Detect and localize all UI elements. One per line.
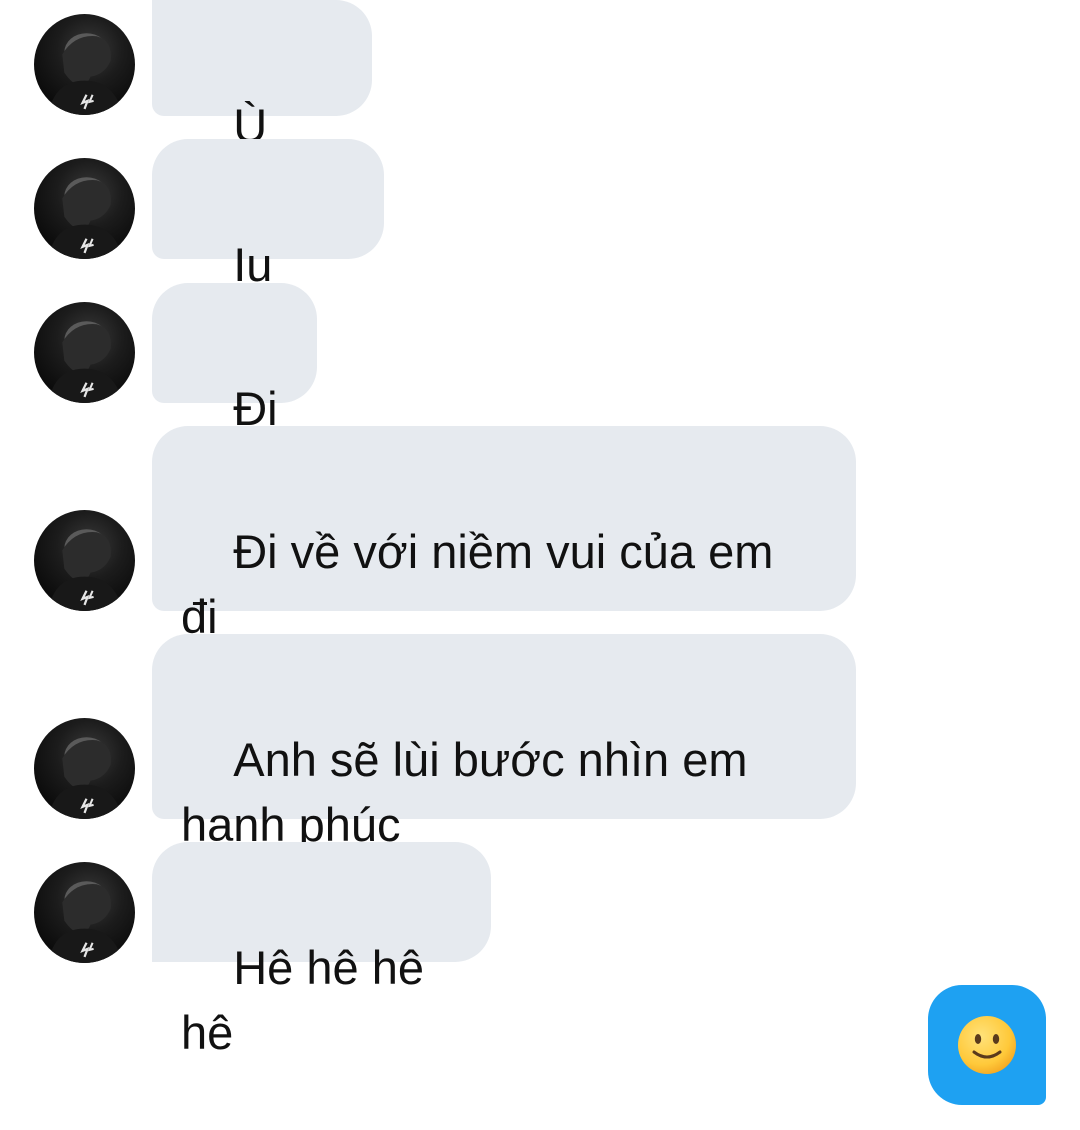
message-bubble[interactable]: Hê hê hê hê — [152, 842, 491, 1059]
avatar[interactable] — [34, 158, 135, 259]
avatar-photo-icon — [48, 177, 123, 259]
message-text: Anh sẽ lùi bước nhìn em hạnh phúc — [181, 733, 748, 851]
message-bubble[interactable]: Iu em!!! — [152, 139, 384, 356]
avatar-photo-icon — [48, 321, 123, 403]
avatar[interactable] — [34, 862, 135, 963]
sent-message-bubble[interactable] — [928, 985, 1046, 1105]
avatar-photo-icon — [48, 33, 123, 115]
avatar[interactable] — [34, 718, 135, 819]
slightly-smiling-face-icon — [956, 1014, 1018, 1076]
avatar[interactable] — [34, 302, 135, 403]
message-bubble[interactable]: Đi về với niềm vui của em đi — [152, 426, 856, 643]
avatar[interactable] — [34, 14, 135, 115]
message-bubble[interactable]: Anh sẽ lùi bước nhìn em hạnh phúc — [152, 634, 856, 851]
message-text: Đi về với niềm vui của em đi — [181, 525, 774, 643]
avatar[interactable] — [34, 510, 135, 611]
avatar-photo-icon — [48, 529, 123, 611]
avatar-photo-icon — [48, 881, 123, 963]
message-text: Hê hê hê hê — [181, 941, 438, 1059]
avatar-photo-icon — [48, 737, 123, 819]
message-bubble[interactable]: Đi đi — [152, 283, 317, 500]
message-bubble[interactable]: Ù uôi!!! — [152, 0, 372, 217]
